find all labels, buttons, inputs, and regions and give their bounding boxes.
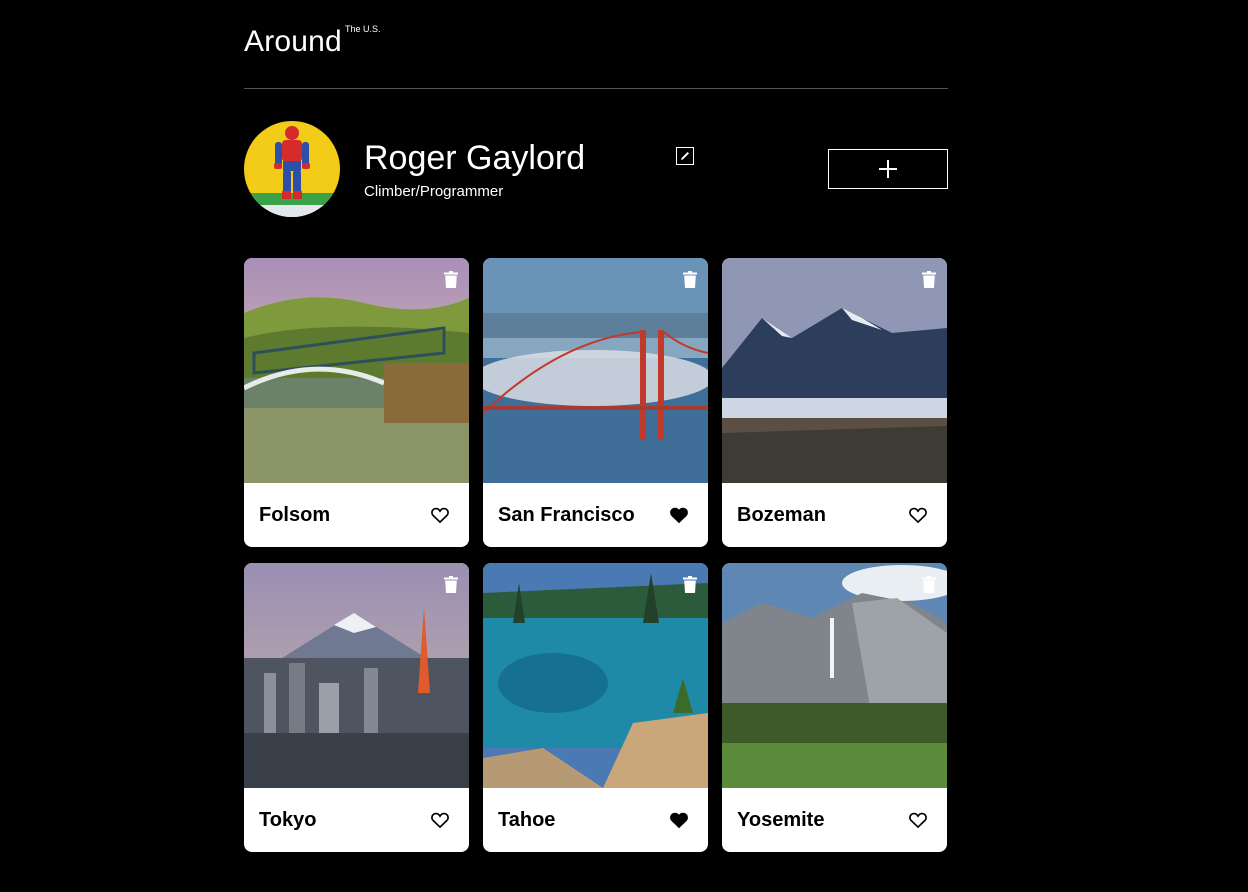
like-button[interactable] bbox=[669, 810, 689, 830]
heart-icon bbox=[670, 507, 688, 524]
place-title: Tokyo bbox=[259, 809, 317, 831]
heart-icon bbox=[431, 507, 449, 524]
delete-button[interactable] bbox=[683, 576, 697, 593]
trash-icon bbox=[683, 576, 697, 593]
place-image[interactable] bbox=[722, 563, 947, 788]
place-card: San Francisco bbox=[483, 258, 708, 547]
place-card: Bozeman bbox=[722, 258, 947, 547]
place-card: Folsom bbox=[244, 258, 469, 547]
place-title: Folsom bbox=[259, 504, 331, 526]
logo-subtitle: The U.S. bbox=[345, 24, 381, 34]
place-card: Tokyo bbox=[244, 563, 469, 852]
place-image[interactable] bbox=[483, 258, 708, 483]
trash-icon bbox=[683, 271, 697, 288]
place-image[interactable] bbox=[244, 258, 469, 483]
like-button[interactable] bbox=[669, 505, 689, 525]
place-image[interactable] bbox=[483, 563, 708, 788]
heart-icon bbox=[431, 812, 449, 829]
like-button[interactable] bbox=[430, 810, 450, 830]
place-title: Yosemite bbox=[737, 809, 825, 831]
pencil-icon bbox=[681, 152, 689, 160]
heart-icon bbox=[909, 507, 927, 524]
trash-icon bbox=[444, 271, 458, 288]
card-footer: Yosemite bbox=[722, 788, 947, 852]
delete-button[interactable] bbox=[922, 576, 936, 593]
delete-button[interactable] bbox=[922, 271, 936, 288]
delete-button[interactable] bbox=[444, 271, 458, 288]
like-button[interactable] bbox=[908, 810, 928, 830]
delete-button[interactable] bbox=[683, 271, 697, 288]
like-button[interactable] bbox=[430, 505, 450, 525]
plus-icon bbox=[879, 160, 897, 178]
place-image[interactable] bbox=[244, 563, 469, 788]
add-place-button[interactable] bbox=[828, 149, 948, 189]
place-card: Tahoe bbox=[483, 563, 708, 852]
profile-name: Roger Gaylord bbox=[364, 139, 586, 177]
like-button[interactable] bbox=[908, 505, 928, 525]
heart-icon bbox=[909, 812, 927, 829]
place-title: Tahoe bbox=[498, 809, 556, 831]
page: Around The U.S. Roger Gaylord Climber/Pr… bbox=[0, 0, 1248, 892]
card-footer: Tahoe bbox=[483, 788, 708, 852]
card-footer: Bozeman bbox=[722, 483, 947, 547]
avatar[interactable] bbox=[244, 121, 340, 217]
place-title: Bozeman bbox=[737, 504, 826, 526]
heart-icon bbox=[670, 812, 688, 829]
place-image[interactable] bbox=[722, 258, 947, 483]
profile: Roger Gaylord Climber/Programmer bbox=[244, 121, 948, 217]
profile-job: Climber/Programmer bbox=[364, 183, 504, 200]
card-footer: Folsom bbox=[244, 483, 469, 547]
card-footer: Tokyo bbox=[244, 788, 469, 852]
delete-button[interactable] bbox=[444, 576, 458, 593]
place-title: San Francisco bbox=[498, 504, 635, 526]
trash-icon bbox=[922, 576, 936, 593]
place-card: Yosemite bbox=[722, 563, 947, 852]
logo: Around bbox=[244, 25, 342, 58]
trash-icon bbox=[922, 271, 936, 288]
edit-profile-button[interactable] bbox=[676, 147, 694, 165]
header: Around The U.S. bbox=[244, 0, 948, 89]
trash-icon bbox=[444, 576, 458, 593]
card-footer: San Francisco bbox=[483, 483, 708, 547]
